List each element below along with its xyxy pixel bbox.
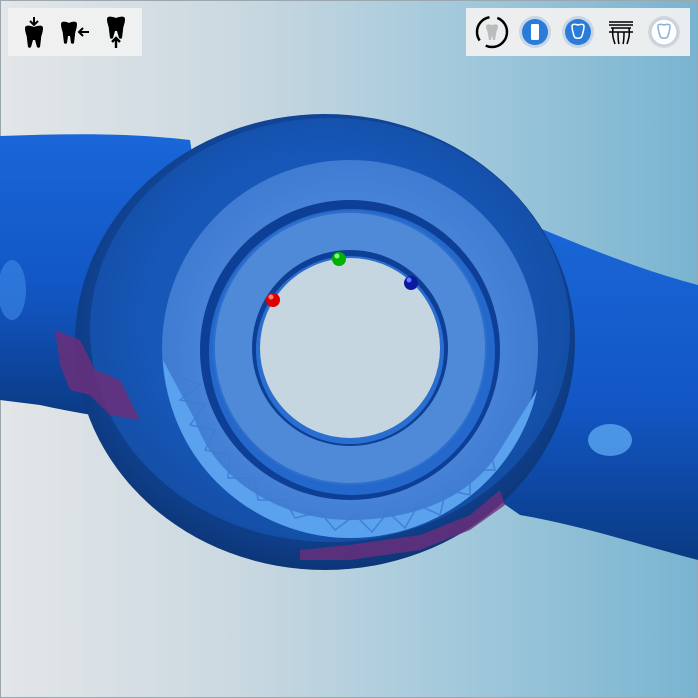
tooth-insert-bottom-button[interactable] — [97, 13, 135, 51]
toolbar-left — [8, 8, 142, 56]
blue-marker[interactable] — [404, 276, 418, 290]
tooth-insert-top-icon — [25, 17, 44, 48]
bridge-view-icon — [609, 21, 634, 45]
tooth-insert-bottom-icon — [106, 16, 125, 48]
tooth-insert-top-button[interactable] — [15, 13, 53, 51]
tooth-transparent-icon — [648, 16, 681, 48]
bridge-view-button[interactable] — [602, 13, 640, 51]
front-view-button[interactable] — [516, 13, 554, 51]
transparent-view-button[interactable] — [645, 13, 683, 51]
red-marker[interactable] — [266, 293, 280, 307]
green-marker[interactable] — [332, 252, 346, 266]
tooth-insert-side-icon — [60, 21, 89, 44]
top-view-button[interactable] — [559, 13, 597, 51]
green-marker-shine — [334, 253, 340, 259]
bar-highlight — [588, 424, 632, 456]
red-marker-shine — [268, 294, 274, 300]
tooth-front-view-icon — [518, 16, 551, 48]
3d-viewport[interactable] — [0, 0, 698, 698]
blue-marker-shine — [406, 277, 412, 283]
toolbar-right — [466, 8, 690, 56]
tooth-insert-side-button[interactable] — [56, 13, 94, 51]
rotate-view-button[interactable] — [473, 13, 511, 51]
tooth-rotate-view-icon — [475, 15, 508, 49]
tooth-top-view-icon — [561, 16, 594, 48]
